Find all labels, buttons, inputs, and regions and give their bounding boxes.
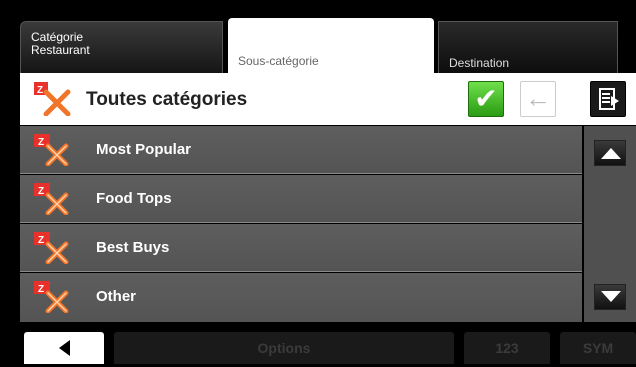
list-item-label: Most Popular [96,141,192,158]
arrow-left-icon: ← [525,83,551,113]
scroll-up-button[interactable] [594,140,626,166]
header-bar: Z Toutes catégories ✔ ← [20,73,636,125]
tab-subcategory[interactable]: Sous-catégorie [228,18,434,75]
scroll-down-button[interactable] [594,284,626,310]
checkmark-icon: ✔ [474,83,498,114]
triangle-down-icon [601,291,621,302]
page-title: Toutes catégories [86,89,248,110]
category-icon: Z [34,82,71,116]
tab-destination[interactable]: Destination [438,21,618,73]
document-icon [599,88,619,110]
triangle-left-icon [59,340,70,356]
svg-text:Z: Z [38,186,44,197]
category-icon: Z [34,183,69,215]
numeric-label: 123 [495,340,519,356]
list-item[interactable]: Z Most Popular [20,126,582,174]
svg-text:Z: Z [38,284,44,295]
list-item[interactable]: Z Other [20,273,582,322]
document-button[interactable] [590,81,626,117]
list-item-label: Food Tops [96,190,172,207]
svg-text:Z: Z [38,235,44,246]
tab-subcategory-label: Sous-catégorie [238,54,319,68]
options-label: Options [257,340,311,356]
category-icon: Z [34,232,69,264]
category-icon: Z [34,134,69,166]
triangle-up-icon [601,148,621,159]
list-item-label: Other [96,288,137,305]
svg-text:Z: Z [38,137,44,148]
category-icon: Z [34,281,69,313]
svg-text:Z: Z [37,85,43,96]
numeric-button[interactable]: 123 [464,332,550,364]
confirm-button[interactable]: ✔ [468,81,504,117]
symbols-button[interactable]: SYM [560,332,636,364]
tab-destination-label: Destination [449,56,510,70]
back-button[interactable]: ← [520,81,556,117]
list-item[interactable]: Z Best Buys [20,224,582,272]
footer-bar: Options 123 SYM [0,322,636,364]
scrollbar[interactable] [584,126,636,322]
tab-category-value: Restaurant [31,43,90,57]
options-button[interactable]: Options [114,332,454,364]
symbols-label: SYM [582,340,614,356]
back-nav-button[interactable] [24,332,104,364]
category-list: Z Most Popular Z Food Tops Z Best Buys Z [20,126,582,322]
list-item-label: Best Buys [96,239,170,256]
tab-category[interactable]: Catégorie Restaurant [20,21,223,73]
list-item[interactable]: Z Food Tops [20,175,582,223]
